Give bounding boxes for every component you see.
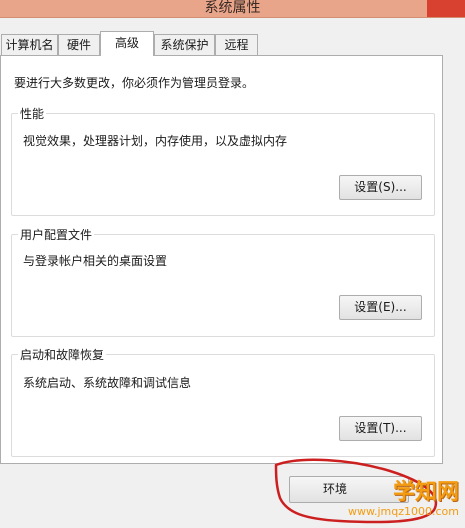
performance-title: 性能 — [18, 105, 47, 122]
close-button[interactable] — [427, 0, 465, 17]
startup-recovery-group: 启动和故障恢复 系统启动、系统故障和调试信息 设置(T)... — [11, 346, 435, 457]
tab-hardware[interactable]: 硬件 — [58, 34, 100, 55]
title-bar: 系统属性 — [0, 0, 465, 18]
admin-notice: 要进行大多数更改，你必须作为管理员登录。 — [14, 76, 255, 90]
performance-group: 性能 视觉效果，处理器计划，内存使用，以及虚拟内存 设置(S)... — [11, 105, 435, 216]
user-profiles-group: 用户配置文件 与登录帐户相关的桌面设置 设置(E)... — [11, 226, 435, 337]
watermark: 学知网 www.jmqz1000.com — [348, 480, 459, 518]
performance-description: 视觉效果，处理器计划，内存使用，以及虚拟内存 — [23, 134, 288, 148]
tab-system-protection[interactable]: 系统保护 — [154, 34, 215, 55]
user-profiles-description: 与登录帐户相关的桌面设置 — [23, 254, 168, 268]
startup-recovery-description: 系统启动、系统故障和调试信息 — [23, 376, 192, 390]
startup-recovery-title: 启动和故障恢复 — [18, 346, 107, 363]
watermark-logo: 学知网 — [392, 480, 459, 505]
watermark-url: www.jmqz1000.com — [348, 505, 459, 518]
user-profiles-settings-button[interactable]: 设置(E)... — [339, 295, 422, 320]
performance-settings-button[interactable]: 设置(S)... — [339, 175, 422, 200]
tab-remote[interactable]: 远程 — [215, 34, 258, 55]
tab-advanced[interactable]: 高级 — [100, 31, 154, 56]
user-profiles-title: 用户配置文件 — [18, 226, 95, 243]
tab-computer-name[interactable]: 计算机名 — [1, 34, 58, 55]
startup-recovery-settings-button[interactable]: 设置(T)... — [339, 416, 422, 441]
window-title: 系统属性 — [204, 0, 261, 16]
